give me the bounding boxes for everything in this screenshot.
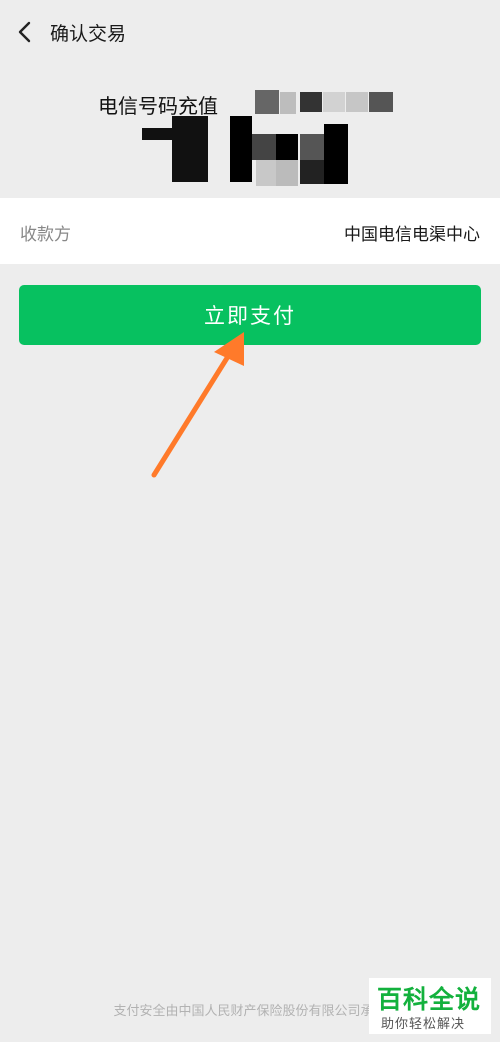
watermark-title: 百科全说	[377, 985, 482, 1014]
annotation-arrow-icon	[151, 332, 244, 478]
product-name: 电信号码充值	[98, 94, 218, 118]
watermark-logo: 百科全说 助你轻松解决	[369, 978, 491, 1034]
top-navigation-bar: 确认交易	[0, 0, 500, 64]
payee-row: 收款方 中国电信电渠中心	[0, 198, 500, 264]
watermark-subtitle: 助你轻松解决	[381, 1017, 466, 1032]
payee-value: 中国电信电渠中心	[344, 225, 480, 245]
back-arrow-icon[interactable]	[14, 18, 36, 46]
order-summary: 电信号码充值	[0, 64, 500, 198]
page-title: 确认交易	[50, 23, 127, 45]
payee-label: 收款方	[20, 225, 71, 245]
